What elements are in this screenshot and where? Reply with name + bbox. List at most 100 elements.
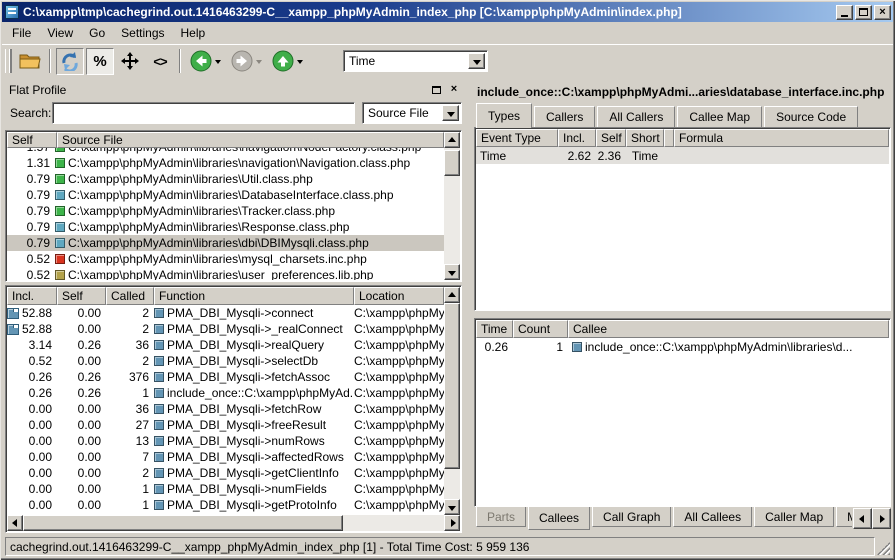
function-row[interactable]: 0.26 0.26 1 include_once::C:\xampp\phpMy… [7, 385, 444, 401]
group-by-combo-arrow[interactable] [442, 105, 459, 121]
function-row[interactable]: 0.00 0.00 1 PMA_DBI_Mysqli->numFields C:… [7, 481, 444, 497]
tab[interactable]: Callee Map [677, 106, 762, 127]
source-file-row[interactable]: 0.79 C:\xampp\phpMyAdmin\libraries\Respo… [7, 219, 444, 235]
menu-item[interactable]: Help [173, 23, 214, 43]
refresh-toggle-button[interactable] [56, 48, 84, 75]
minimize-button[interactable] [836, 5, 853, 20]
function-name: PMA_DBI_Mysqli->numRows [167, 434, 325, 448]
back-dropdown-icon[interactable] [215, 60, 221, 64]
column-header-function[interactable]: Function [154, 287, 354, 305]
menu-item[interactable]: View [39, 23, 81, 43]
event-type-row[interactable]: Time 2.62 2.36 Time [476, 147, 889, 164]
dock-close-button[interactable]: × [446, 83, 462, 97]
maximize-button[interactable] [855, 5, 872, 20]
source-file-row[interactable]: 0.52 C:\xampp\phpMyAdmin\libraries\user_… [7, 267, 444, 280]
function-row[interactable]: 0.52 0.00 2 PMA_DBI_Mysqli->selectDb C:\… [7, 353, 444, 369]
source-file-path: C:\xampp\phpMyAdmin\libraries\dbi\DBIMys… [68, 236, 369, 250]
tab[interactable]: All Callees [673, 507, 752, 527]
scrollbar-thumb[interactable] [23, 515, 343, 531]
source-file-row[interactable]: 0.79 C:\xampp\phpMyAdmin\libraries\Util.… [7, 171, 444, 187]
percent-toggle-button[interactable]: % [86, 48, 114, 75]
column-header-location[interactable]: Location [354, 287, 444, 305]
file-list-vertical-scrollbar[interactable] [444, 132, 460, 280]
column-header-time[interactable]: Time [476, 320, 513, 338]
column-header-incl[interactable]: Incl. [558, 129, 596, 147]
forward-button[interactable] [227, 48, 266, 75]
folder-icon [19, 52, 41, 70]
tab[interactable]: Types [476, 103, 532, 128]
event-type-combo-arrow[interactable] [468, 53, 485, 69]
resize-grip[interactable] [877, 542, 890, 555]
expand-depth-button[interactable] [116, 48, 144, 75]
column-header-spacer[interactable] [664, 129, 674, 147]
close-button[interactable]: × [874, 5, 891, 20]
scroll-down-button[interactable] [444, 264, 460, 280]
column-header-callee[interactable]: Callee [568, 320, 889, 338]
scroll-left-button[interactable] [7, 515, 23, 531]
source-file-row[interactable]: 0.52 C:\xampp\phpMyAdmin\libraries\mysql… [7, 251, 444, 267]
search-input[interactable] [52, 102, 355, 124]
tab-scroll-right-button[interactable] [872, 508, 891, 529]
callee-row[interactable]: 0.26 1 include_once::C:\xampp\phpMyAdmin… [476, 338, 889, 355]
scrollbar-thumb[interactable] [444, 303, 460, 469]
column-header-formula[interactable]: Formula [674, 129, 889, 147]
file-color-square-icon [55, 190, 65, 200]
open-file-button[interactable] [16, 48, 44, 75]
tab-scroll-left-button[interactable] [853, 508, 872, 529]
tab[interactable]: Parts [476, 507, 526, 527]
column-header-event-type[interactable]: Event Type [476, 129, 558, 147]
event-type-combo[interactable]: Time [343, 50, 488, 72]
back-button[interactable] [186, 48, 225, 75]
function-row[interactable]: 0.00 0.00 36 PMA_DBI_Mysqli->fetchRow C:… [7, 401, 444, 417]
function-row[interactable]: 0.00 0.00 1 PMA_DBI_Mysqli->getProtoInfo… [7, 497, 444, 513]
scrollbar-thumb[interactable] [444, 150, 460, 176]
menu-item[interactable]: Go [81, 23, 113, 43]
function-list-vertical-scrollbar[interactable] [444, 287, 460, 515]
column-header-incl[interactable]: Incl. [7, 287, 57, 305]
function-row[interactable]: 0.00 0.00 13 PMA_DBI_Mysqli->numRows C:\… [7, 433, 444, 449]
flat-profile-dock-titlebar[interactable]: Flat Profile × [4, 81, 464, 98]
function-row[interactable]: 0.00 0.00 27 PMA_DBI_Mysqli->freeResult … [7, 417, 444, 433]
menu-item[interactable]: File [4, 23, 39, 43]
tab[interactable]: Machine [836, 507, 852, 527]
tab[interactable]: All Callers [597, 106, 675, 127]
tab[interactable]: Callers [534, 106, 595, 127]
function-row[interactable]: 0.00 0.00 2 PMA_DBI_Mysqli->getClientInf… [7, 465, 444, 481]
scroll-up-button[interactable] [444, 287, 460, 303]
scroll-up-button[interactable] [444, 132, 460, 148]
function-row[interactable]: 0.00 0.00 7 PMA_DBI_Mysqli->affectedRows… [7, 449, 444, 465]
scroll-down-button[interactable] [444, 499, 460, 515]
group-by-combo[interactable]: Source File [362, 102, 462, 124]
tab[interactable]: Call Graph [592, 507, 671, 527]
function-row[interactable]: 3.14 0.26 36 PMA_DBI_Mysqli->realQuery C… [7, 337, 444, 353]
source-file-row[interactable]: 1.31 C:\xampp\phpMyAdmin\libraries\navig… [7, 155, 444, 171]
function-row[interactable]: 52.88 0.00 2 PMA_DBI_Mysqli->_realConnec… [7, 321, 444, 337]
dock-float-button[interactable] [428, 83, 444, 97]
toolbar-handle[interactable] [5, 49, 12, 73]
source-file-row[interactable]: 0.79 C:\xampp\phpMyAdmin\libraries\dbi\D… [7, 235, 444, 251]
column-header-self[interactable]: Self [7, 132, 57, 148]
function-row[interactable]: 0.26 0.26 376 PMA_DBI_Mysqli->fetchAssoc… [7, 369, 444, 385]
column-header-short[interactable]: Short [626, 129, 664, 147]
tab[interactable]: Caller Map [754, 507, 834, 527]
column-header-called[interactable]: Called [106, 287, 154, 305]
column-header-self[interactable]: Self [596, 129, 626, 147]
function-list-horizontal-scrollbar[interactable] [7, 515, 460, 531]
function-row[interactable]: 52.88 0.00 2 PMA_DBI_Mysqli->connect C:\… [7, 305, 444, 321]
up-dropdown-icon[interactable] [297, 60, 303, 64]
relative-cycle-button[interactable]: <> [146, 48, 174, 75]
column-header-source-file[interactable]: Source File [57, 132, 444, 148]
source-file-row[interactable]: 0.79 C:\xampp\phpMyAdmin\libraries\Track… [7, 203, 444, 219]
tab[interactable]: Source Code [764, 106, 858, 127]
source-file-row[interactable]: 0.79 C:\xampp\phpMyAdmin\libraries\Datab… [7, 187, 444, 203]
column-header-count[interactable]: Count [513, 320, 568, 338]
right-panel-splitter[interactable] [472, 311, 893, 318]
source-file-row[interactable]: 1.57 C:\xampp\phpMyAdmin\libraries\navig… [7, 148, 444, 155]
function-cell: PMA_DBI_Mysqli->realQuery [154, 338, 354, 352]
up-button[interactable] [268, 48, 307, 75]
scroll-right-button[interactable] [444, 515, 460, 531]
column-header-self[interactable]: Self [57, 287, 106, 305]
tab[interactable]: Callees [528, 507, 590, 530]
menu-item[interactable]: Settings [113, 23, 172, 43]
main-splitter[interactable] [466, 79, 472, 533]
